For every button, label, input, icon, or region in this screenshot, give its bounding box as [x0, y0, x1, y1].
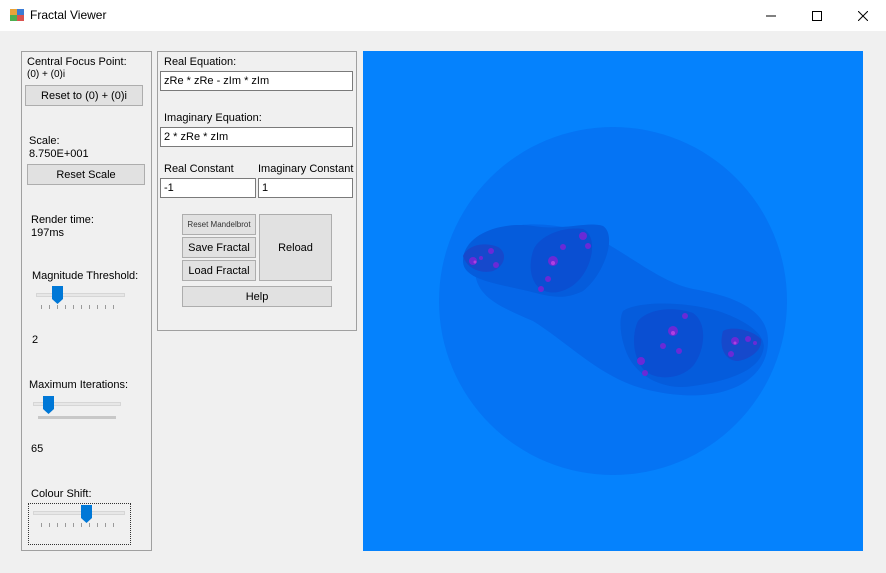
reset-scale-button[interactable]: Reset Scale: [27, 164, 145, 185]
real-equation-label: Real Equation:: [164, 56, 237, 68]
iterations-value: 65: [31, 443, 44, 455]
colour-shift-slider-ticks: [41, 523, 121, 527]
scale-label: Scale:: [29, 135, 60, 147]
render-time-label: Render time:: [31, 214, 94, 226]
magnitude-value: 2: [32, 334, 39, 346]
magnitude-slider-ticks: [41, 305, 121, 309]
left-panel: [21, 51, 152, 551]
focus-value: (0) + (0)i: [27, 69, 66, 80]
help-button[interactable]: Help: [182, 286, 332, 307]
magnitude-slider-thumb[interactable]: [52, 286, 63, 304]
colour-shift-slider-track[interactable]: [33, 511, 125, 515]
colour-shift-slider[interactable]: [28, 503, 131, 545]
minimize-icon: [766, 15, 776, 16]
fractal-canvas[interactable]: [363, 51, 863, 551]
reset-mandelbrot-button[interactable]: Reset Mandelbrot: [182, 214, 256, 235]
colour-shift-label: Colour Shift:: [31, 488, 92, 500]
close-icon: [858, 10, 868, 21]
iterations-label: Maximum Iterations:: [29, 379, 129, 391]
iterations-slider-thumb[interactable]: [43, 396, 54, 414]
close-button[interactable]: [840, 0, 886, 31]
imaginary-constant-input[interactable]: 1: [258, 178, 353, 198]
imaginary-constant-label: Imaginary Constant: [258, 163, 354, 175]
save-fractal-button[interactable]: Save Fractal: [182, 237, 256, 258]
colour-shift-slider-thumb[interactable]: [81, 505, 92, 523]
window-title: Fractal Viewer: [30, 8, 107, 22]
real-constant-label: Real Constant: [164, 163, 234, 175]
imaginary-equation-input[interactable]: 2 * zRe * zIm: [160, 127, 353, 147]
title-bar: Fractal Viewer: [0, 0, 886, 31]
focus-label: Central Focus Point:: [27, 56, 127, 68]
fractal-image: [439, 127, 787, 475]
magnitude-label: Magnitude Threshold:: [32, 270, 139, 282]
load-fractal-button[interactable]: Load Fractal: [182, 260, 256, 281]
magnitude-slider-track[interactable]: [36, 293, 125, 297]
real-constant-input[interactable]: -1: [160, 178, 256, 198]
maximize-button[interactable]: [794, 0, 840, 31]
scale-value: 8.750E+001: [29, 148, 89, 160]
render-time-value: 197ms: [31, 227, 65, 239]
reload-button[interactable]: Reload: [259, 214, 332, 281]
app-icon: [10, 9, 24, 21]
reset-focus-button[interactable]: Reset to (0) + (0)i: [25, 85, 143, 106]
imaginary-equation-label: Imaginary Equation:: [164, 112, 262, 124]
maximize-icon: [812, 10, 822, 21]
iterations-slider-bar: [38, 416, 116, 419]
real-equation-input[interactable]: zRe * zRe - zIm * zIm: [160, 71, 353, 91]
minimize-button[interactable]: [748, 0, 794, 31]
